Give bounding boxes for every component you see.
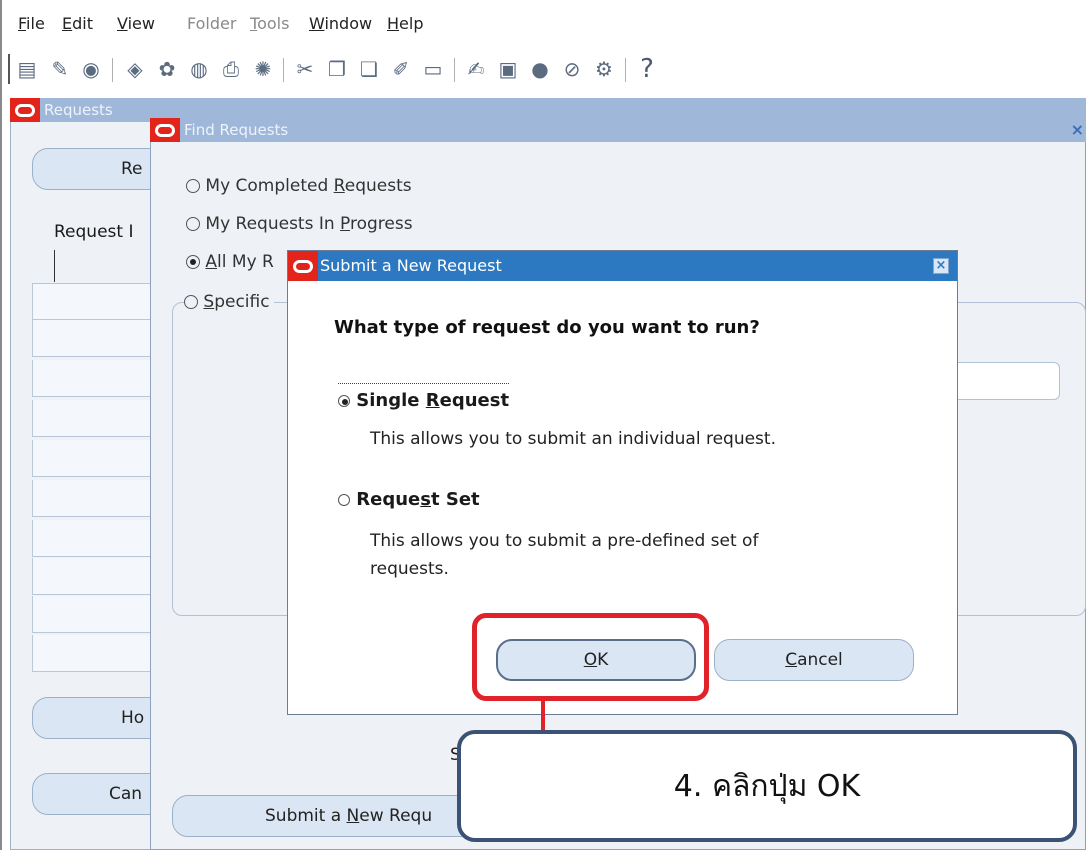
toolbar-separator — [112, 58, 113, 82]
radio-selected-icon — [338, 395, 350, 407]
request-set-description-line1: This allows you to submit a pre-defined … — [370, 531, 759, 551]
folder-icon[interactable]: ▣ — [495, 56, 521, 82]
new-icon[interactable]: ▤ — [14, 56, 40, 82]
close-icon[interactable]: × — [933, 258, 949, 274]
radio-icon — [186, 217, 200, 231]
radio-my-completed-requests[interactable]: My Completed Requests — [186, 176, 412, 196]
refresh-button-label: Re — [121, 159, 143, 179]
dialog-question: What type of request do you want to run? — [334, 317, 760, 338]
table-row[interactable] — [32, 480, 152, 517]
close-icon[interactable]: × — [1071, 118, 1084, 142]
table-row[interactable] — [32, 520, 152, 557]
window-left-border — [0, 0, 2, 850]
radio-specific-requests[interactable]: Specific — [184, 292, 274, 312]
requests-window-title: Requests — [44, 101, 113, 119]
instruction-callout-text: 4. คลิกปุ่ม OK — [673, 768, 861, 804]
help-icon[interactable]: ? — [634, 54, 660, 84]
hold-button-label: Ho — [121, 708, 145, 728]
attach-edit-icon[interactable]: ✍ — [463, 56, 489, 82]
table-row[interactable] — [32, 558, 152, 595]
table-row[interactable] — [32, 440, 152, 477]
menu-help[interactable]: Help — [387, 14, 423, 33]
copy-icon[interactable]: ❐ — [324, 56, 350, 82]
save-icon[interactable]: ◉ — [78, 56, 104, 82]
callout-connector — [541, 700, 545, 732]
clear-icon[interactable]: ▭ — [420, 56, 446, 82]
radio-selected-icon — [186, 255, 200, 269]
single-request-description: This allows you to submit an individual … — [370, 429, 776, 449]
oracle-logo-icon — [150, 118, 180, 142]
request-set-description-line2: requests. — [370, 559, 449, 579]
request-set-description: This allows you to submit a pre-defined … — [370, 527, 758, 583]
column-header-tick — [54, 250, 55, 282]
radio-my-requests-in-progress[interactable]: My Requests In Progress — [186, 214, 413, 234]
toolbar-bracket — [8, 54, 10, 84]
oracle-logo-icon — [288, 251, 318, 281]
menu-folder[interactable]: Folder — [187, 14, 236, 33]
zoom-icon[interactable]: ✿ — [154, 56, 180, 82]
dialog-title: Submit a New Request — [320, 256, 502, 275]
table-row[interactable] — [32, 596, 152, 633]
table-row[interactable] — [32, 320, 152, 357]
find-requests-titlebar: Find Requests × — [150, 118, 1086, 142]
toolbar-separator — [283, 58, 284, 82]
menu-view[interactable]: View — [117, 14, 155, 33]
cut-icon[interactable]: ✂ — [292, 56, 318, 82]
radio-icon — [338, 494, 350, 506]
radio-icon — [184, 295, 198, 309]
dialog-titlebar: Submit a New Request × — [288, 251, 957, 281]
specific-request-field[interactable] — [952, 362, 1060, 400]
translate-icon[interactable]: ● — [527, 56, 553, 82]
radio-request-set[interactable]: Request Set — [338, 489, 480, 510]
toolbar-separator — [625, 58, 626, 82]
attachment-icon[interactable]: ⊘ — [559, 56, 585, 82]
table-row[interactable] — [32, 360, 152, 397]
menu-file[interactable]: File — [18, 14, 45, 33]
cancel-button-label: Cancel — [785, 650, 843, 670]
table-row[interactable] — [32, 283, 152, 320]
menu-window[interactable]: Window — [309, 14, 372, 33]
submit-new-request-button[interactable]: Submit a New Requ — [172, 795, 502, 837]
menu-edit[interactable]: Edit — [62, 14, 93, 33]
radio-single-request[interactable]: Single Request — [338, 383, 510, 411]
print-icon[interactable]: ⎙ — [218, 56, 244, 82]
oracle-logo-icon — [10, 98, 40, 122]
paste-icon[interactable]: ❏ — [356, 56, 382, 82]
request-id-column-header: Request I — [54, 222, 134, 242]
cancel-button[interactable]: Cancel — [714, 639, 914, 681]
navigate-icon[interactable]: ◈ — [122, 56, 148, 82]
table-row[interactable] — [32, 635, 152, 672]
edit-icon[interactable]: ✐ — [388, 56, 414, 82]
radio-all-my-requests[interactable]: All My R — [186, 252, 274, 272]
open-icon[interactable]: ✎ — [47, 56, 73, 82]
menu-bar — [0, 0, 1086, 46]
instruction-callout: 4. คลิกปุ่ม OK — [457, 730, 1077, 842]
menu-tools[interactable]: Tools — [250, 14, 289, 33]
cancel-request-button-label: Can — [109, 784, 143, 804]
close-form-icon[interactable]: ✺ — [250, 56, 276, 82]
radio-icon — [186, 179, 200, 193]
table-row[interactable] — [32, 400, 152, 437]
submit-new-request-label: Submit a New Requ — [265, 806, 433, 826]
toolbar-separator — [454, 58, 455, 82]
binoculars-icon[interactable]: ◍ — [186, 56, 212, 82]
settings-icon[interactable]: ⚙ — [591, 56, 617, 82]
find-requests-title: Find Requests — [184, 121, 289, 139]
highlight-box — [472, 613, 709, 701]
